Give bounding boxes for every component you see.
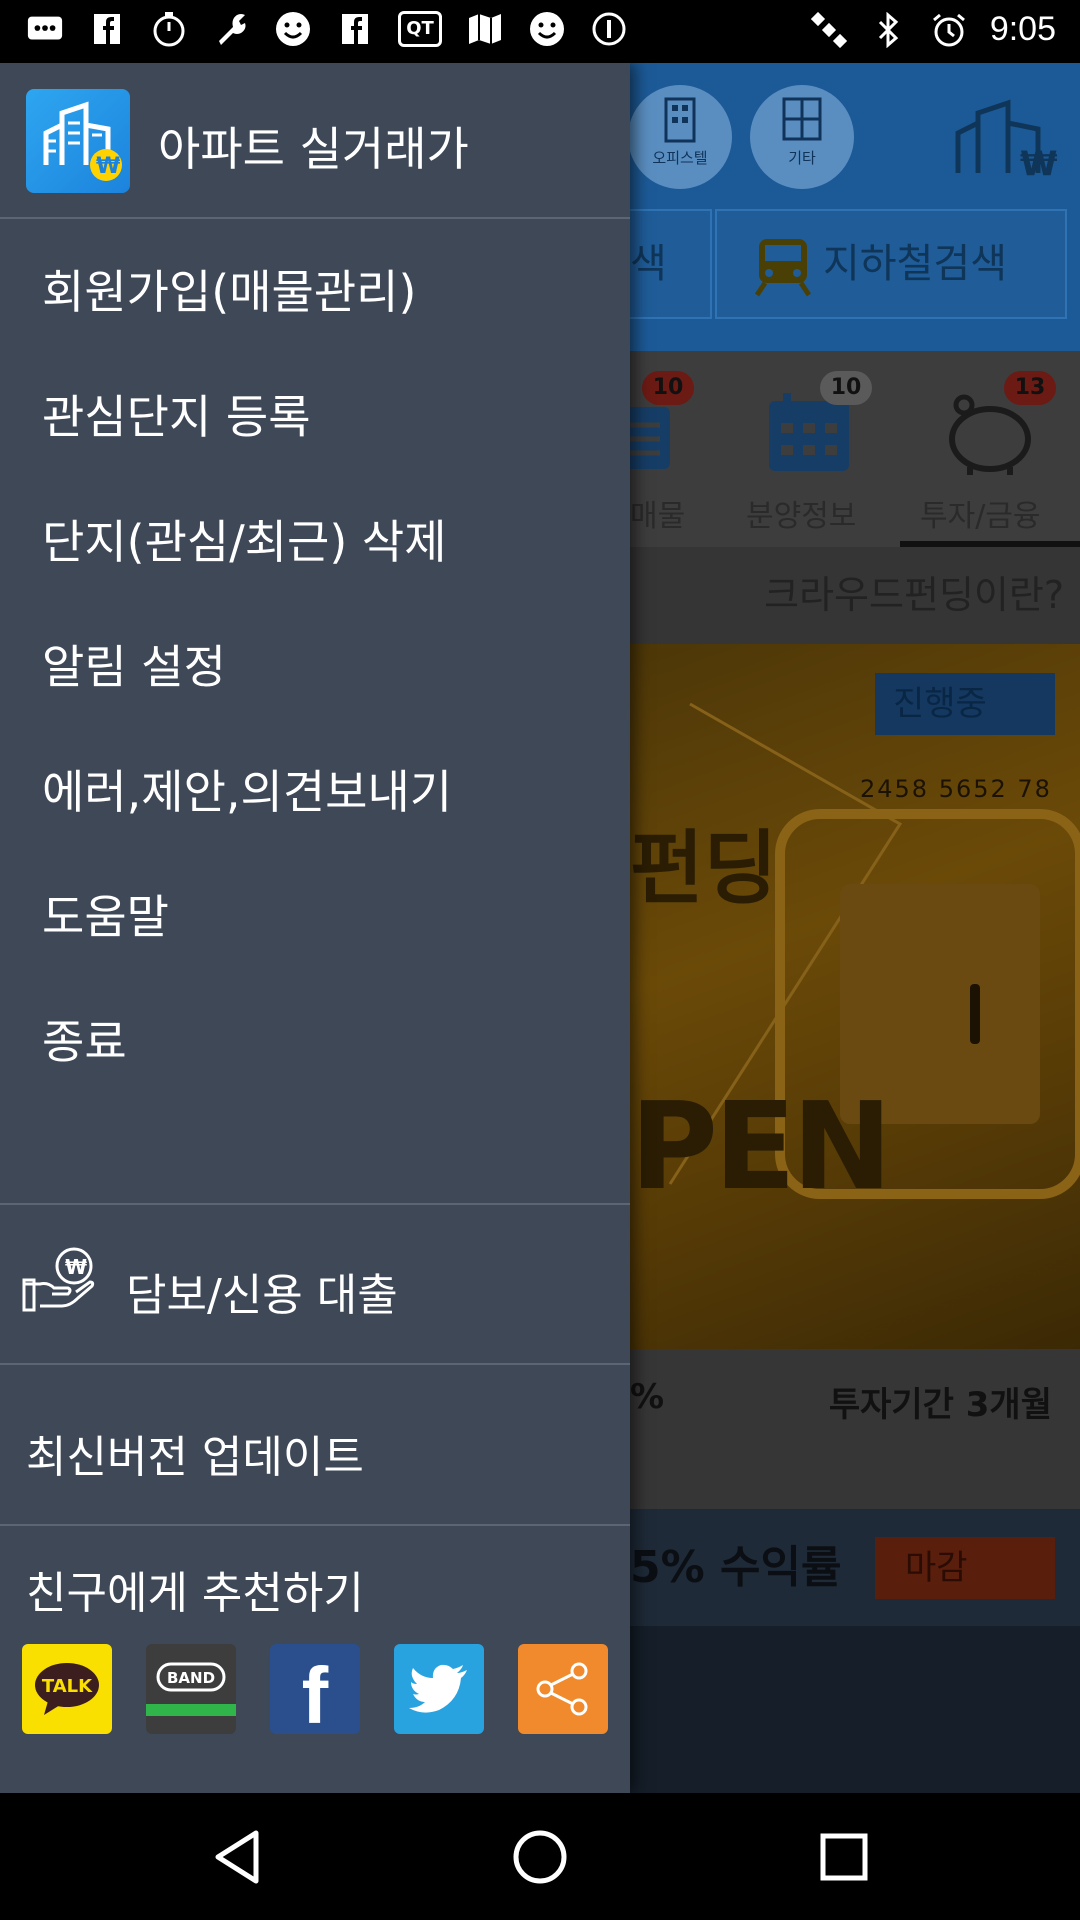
smiley-icon (528, 10, 566, 48)
notification-icons: QT (26, 10, 628, 48)
app-logo-icon: ₩ (26, 89, 130, 193)
badge-invest: 13 (1004, 371, 1056, 405)
twitter-share-button[interactable] (394, 1644, 484, 1734)
home-button[interactable] (508, 1825, 572, 1889)
menu-loan[interactable]: 담보/신용 대출 (126, 1259, 398, 1323)
drawer-header: ₩ 아파트 실거래가 (0, 63, 630, 219)
category-other-label: 기타 (788, 149, 816, 167)
band-label: BAND (167, 1669, 215, 1687)
info-circle-icon (590, 10, 628, 48)
category-header: 오피스텔 기타 ₩ 색 지하철검색 (630, 63, 1080, 351)
facebook-share-button[interactable]: f (270, 1644, 360, 1740)
kakaotalk-share-button[interactable]: TALK (22, 1644, 112, 1734)
menu-exit[interactable]: 종료 (42, 1006, 127, 1072)
facebook-icon (336, 10, 374, 48)
badge-presale: 10 (820, 371, 872, 405)
crowdfunding-link[interactable]: 크라우드펀딩이란? (630, 547, 1080, 644)
card-slot (970, 984, 980, 1044)
share-buttons: TALK BAND f (22, 1644, 608, 1740)
share-icon (536, 1662, 588, 1716)
invest-period-label: 투자기간 3개월 (828, 1385, 1052, 1425)
second-banner[interactable] (630, 1626, 1080, 1793)
band-share-button[interactable]: BAND (146, 1644, 236, 1734)
menu-delete-complexes[interactable]: 단지(관심/최근) 삭제 (42, 506, 447, 572)
system-navigation-bar (0, 1793, 1080, 1920)
back-button[interactable] (205, 1825, 269, 1889)
tab-invest-finance[interactable]: 투자/금융 (920, 491, 1041, 535)
facebook-icon (88, 10, 126, 48)
building-logo-icon: ₩ (955, 99, 1058, 181)
divider (0, 1363, 630, 1365)
home-circle-icon (513, 1830, 567, 1884)
menu-update[interactable]: 최신버전 업데이트 (26, 1421, 364, 1485)
menu-help[interactable]: 도움말 (42, 881, 169, 947)
menu-send-feedback[interactable]: 에러,제안,의견보내기 (42, 756, 452, 822)
subway-train-icon (755, 239, 811, 297)
divider (0, 1203, 630, 1205)
facebook-icon: f (301, 1651, 329, 1740)
hand-money-icon: ₩ (22, 1246, 98, 1312)
svg-text:₩: ₩ (1020, 144, 1058, 181)
subway-search-label: 지하철검색 (823, 241, 1007, 287)
navigation-drawer: ₩ 아파트 실거래가 회원가입(매물관리) 관심단지 등록 단지(관심/최근) … (0, 63, 630, 1793)
recents-button[interactable] (812, 1825, 876, 1889)
category-other[interactable]: 기타 (750, 85, 854, 189)
background-app: 오피스텔 기타 ₩ 색 지하철검색 매물 분양정보 투자/금융 10 10 13… (630, 63, 1080, 1793)
card-numbers: 2458 5652 78 (860, 775, 1052, 803)
status-closed-tag: 마감 (875, 1537, 1055, 1599)
kakaotalk-label: TALK (42, 1676, 93, 1697)
smiley-icon (274, 10, 312, 48)
timer-icon (150, 10, 188, 48)
clock: 9:05 (989, 10, 1056, 48)
recents-square-icon (820, 1833, 868, 1881)
banner-open-text: PEN (630, 1078, 892, 1217)
satellite-icon (810, 11, 848, 49)
recommend-heading: 친구에게 추천하기 (26, 1568, 364, 1619)
app-title: 아파트 실거래가 (158, 122, 469, 176)
bluetooth-icon (870, 11, 908, 49)
menu-register-favorites[interactable]: 관심단지 등록 (42, 381, 311, 447)
alarm-icon (930, 11, 968, 49)
piggy-bank-icon (949, 394, 1031, 475)
subway-search-button[interactable]: 지하철검색 (715, 209, 1067, 319)
divider (0, 1524, 630, 1526)
twitter-bird-icon (409, 1664, 467, 1713)
search-tab-partial[interactable]: 색 (630, 209, 712, 319)
status-bar: QT 9:05 (0, 0, 1080, 63)
tab-presale-info[interactable]: 분양정보 (746, 491, 856, 535)
wrench-icon (212, 10, 250, 48)
generic-share-button[interactable] (518, 1644, 608, 1734)
invest-period-row: % 투자기간 3개월 (630, 1349, 1080, 1509)
svg-text:₩: ₩ (65, 1255, 87, 1279)
menu-notification-settings[interactable]: 알림 설정 (42, 631, 226, 697)
list-icon (630, 407, 670, 469)
map-icon (466, 10, 504, 48)
status-ongoing-tag: 진행중 (875, 673, 1055, 735)
banner-funding-text: 펀딩 (630, 822, 778, 915)
chat-bubbles-icon (26, 10, 64, 48)
svg-text:₩: ₩ (96, 154, 120, 179)
menu-signup[interactable]: 회원가입(매물관리) (42, 256, 416, 322)
promo-banner[interactable]: 펀딩 (630, 644, 1080, 1349)
category-officetel-label: 오피스텔 (652, 149, 708, 167)
back-triangle-icon (215, 1830, 259, 1884)
category-officetel[interactable]: 오피스텔 (630, 85, 732, 189)
qt-icon: QT (398, 11, 442, 47)
system-icons: 9:05 (810, 10, 1056, 49)
badge-listings: 10 (642, 371, 694, 405)
tab-listings[interactable]: 매물 (630, 491, 685, 535)
